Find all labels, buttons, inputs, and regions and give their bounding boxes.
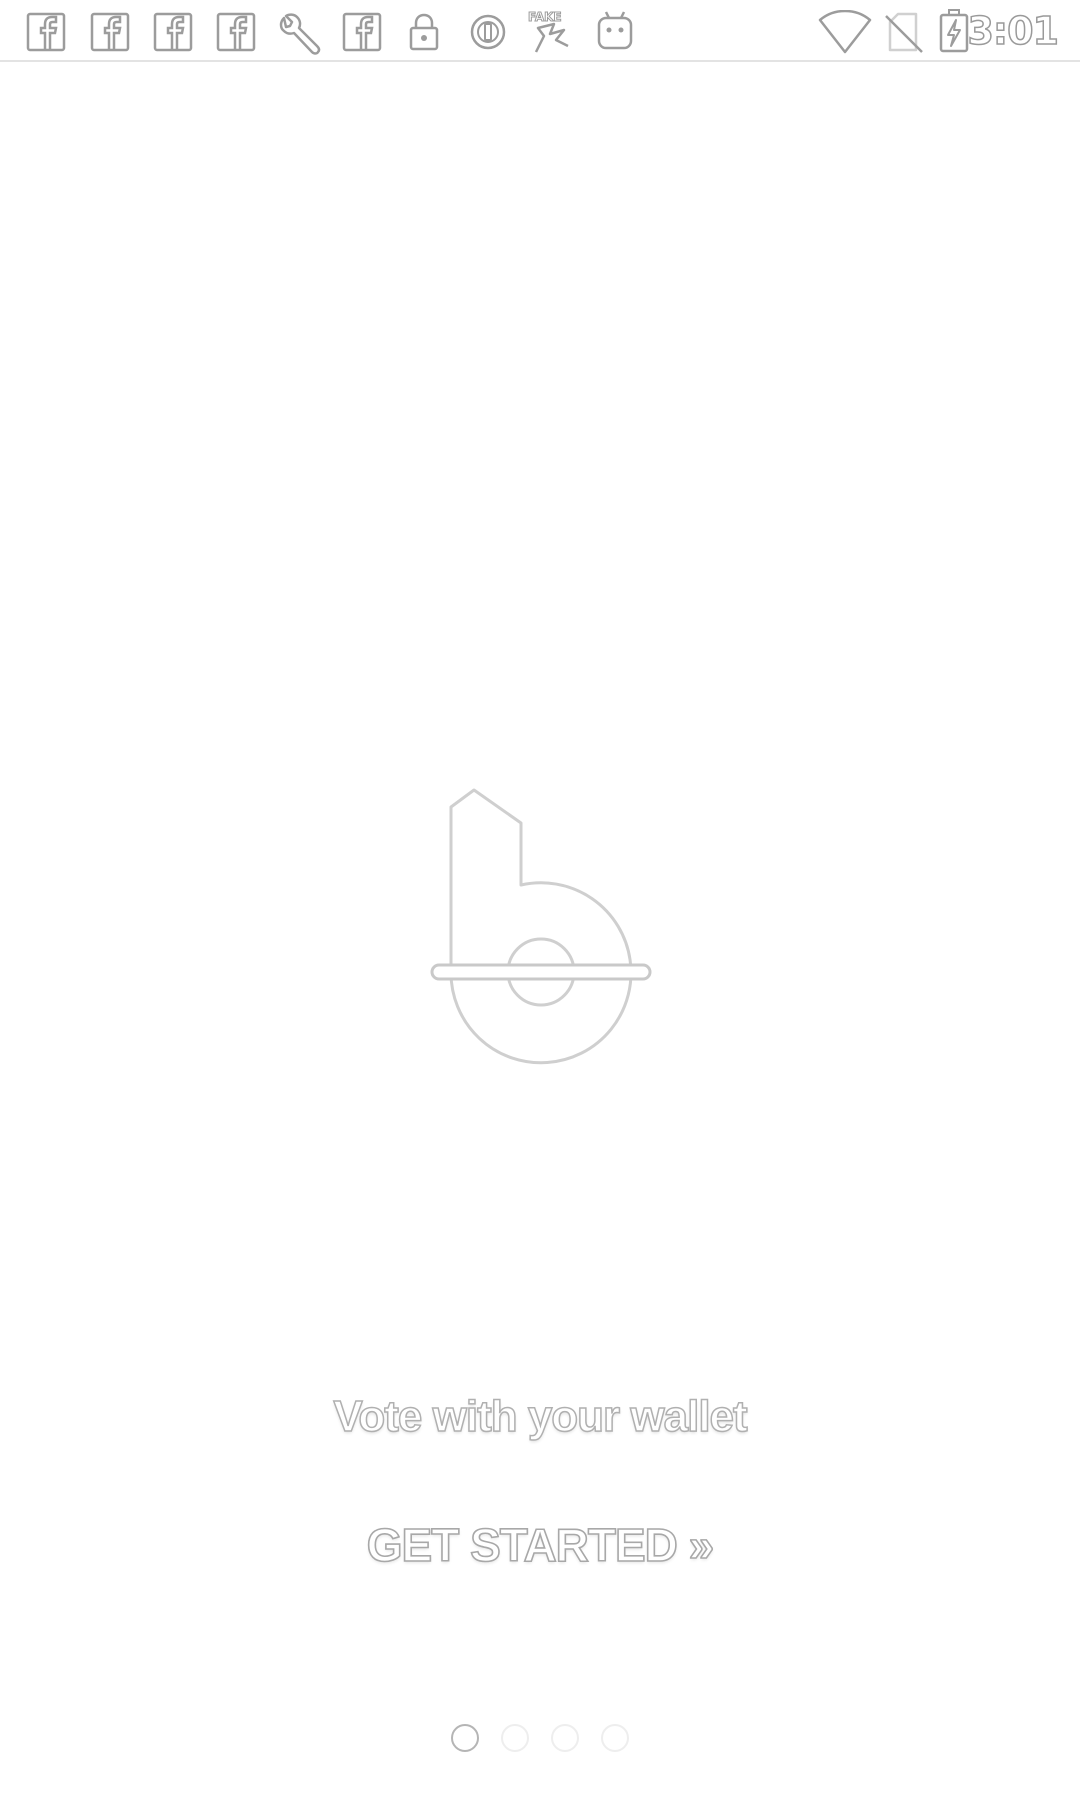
status-bar: FAKE 3:01 <box>0 0 1080 62</box>
app-logo <box>426 785 656 1075</box>
page-indicator-dot-4[interactable] <box>601 1724 629 1752</box>
status-time: 3:01 <box>967 8 1060 54</box>
get-started-button[interactable]: GET STARTED » <box>340 1510 740 1580</box>
wrench-icon <box>276 12 322 55</box>
tagline: Vote with your wallet <box>333 1391 749 1442</box>
page-indicator <box>0 1724 1080 1752</box>
svg-text:FAKE: FAKE <box>528 10 562 24</box>
lock-icon <box>408 12 440 52</box>
no-sim-icon <box>884 10 924 53</box>
facebook-icon <box>90 12 130 52</box>
facebook-icon <box>216 12 256 52</box>
battery-charging-icon <box>938 8 970 53</box>
facebook-icon <box>26 12 66 52</box>
sync-icon <box>468 12 508 52</box>
wifi-icon <box>818 10 872 54</box>
page-indicator-dot-2[interactable] <box>501 1724 529 1752</box>
page-indicator-dot-3[interactable] <box>551 1724 579 1752</box>
fake-gps-icon: FAKE <box>524 6 574 53</box>
android-icon <box>594 8 636 50</box>
facebook-icon <box>342 12 382 52</box>
page-indicator-dot-1[interactable] <box>451 1724 479 1752</box>
facebook-icon <box>153 12 193 52</box>
